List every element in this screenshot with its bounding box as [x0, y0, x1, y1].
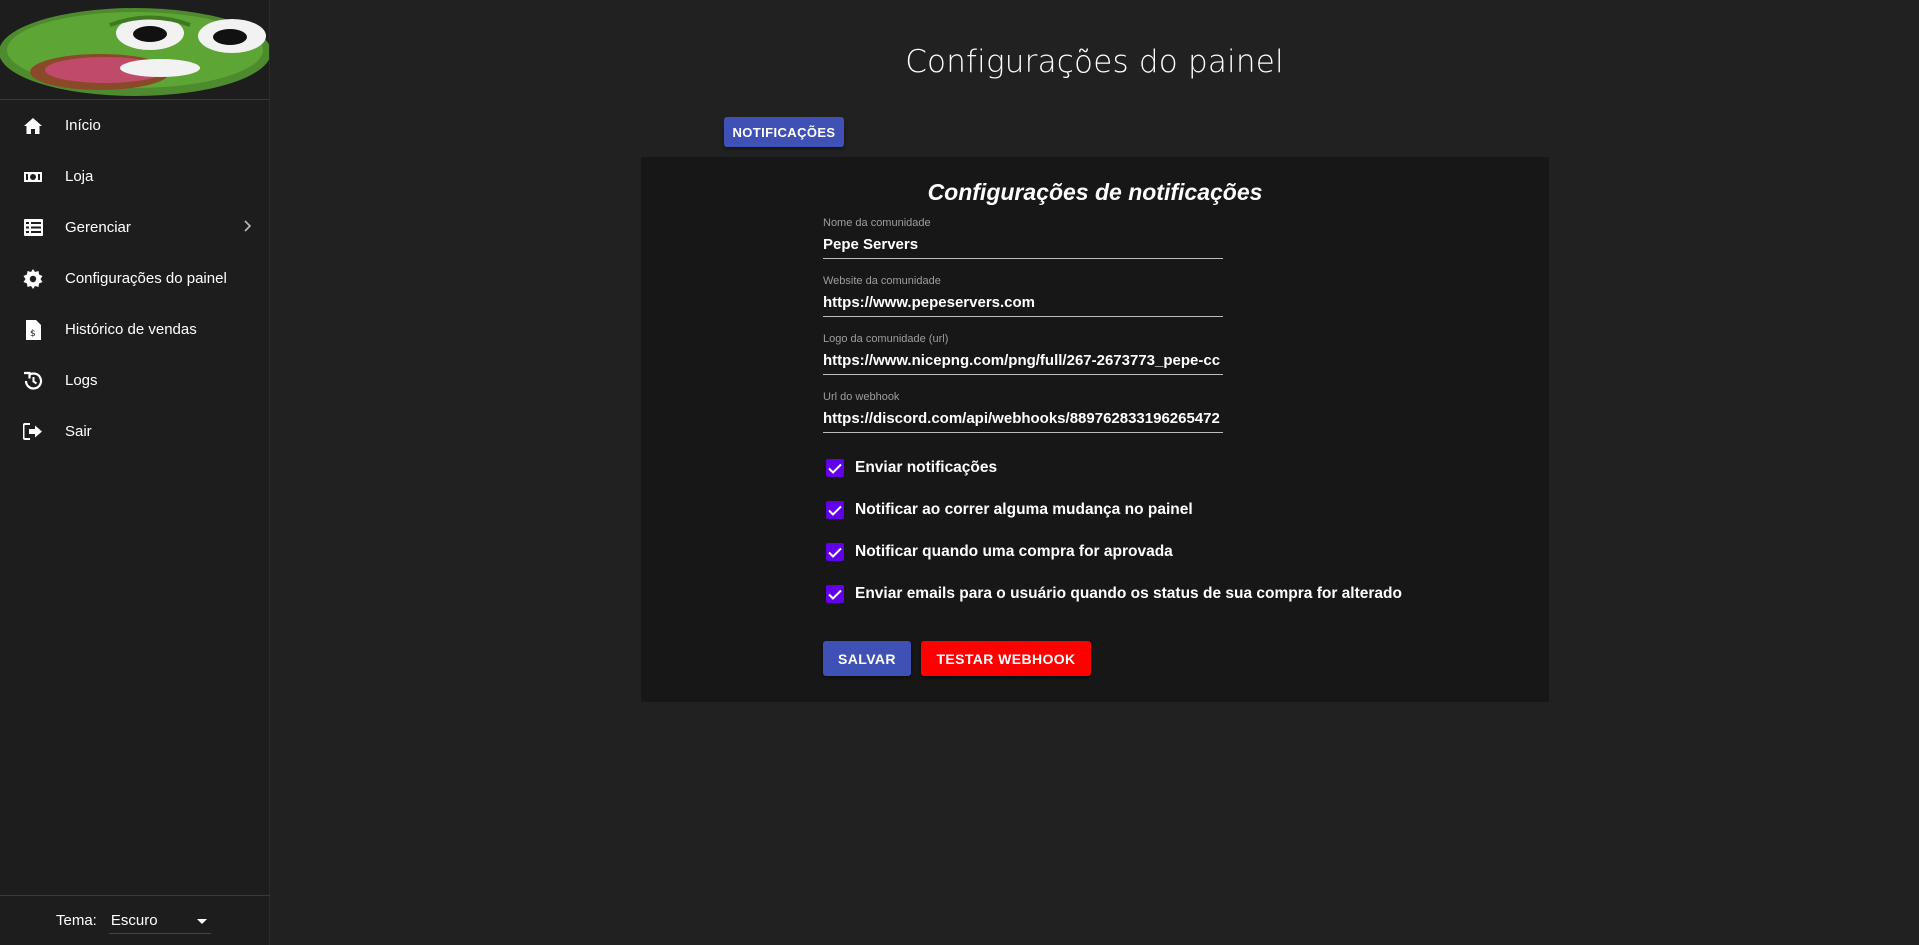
- logo[interactable]: [0, 0, 269, 100]
- notifications-card: Configurações de notificações Nome da co…: [641, 157, 1549, 702]
- sidebar-nav: Início Loja Gerenciar Configurações do p…: [0, 100, 269, 457]
- theme-select[interactable]: Escuro: [108, 908, 211, 934]
- gear-icon: [22, 268, 44, 290]
- checkbox-label: Enviar emails para o usuário quando os s…: [855, 585, 1402, 602]
- tab-notificacoes[interactable]: NOTIFICAÇÕES: [724, 117, 844, 147]
- webhook-url-field: Url do webhook https://discord.com/api/w…: [823, 391, 1223, 433]
- community-website-field: Website da comunidade https://www.pepese…: [823, 275, 1223, 317]
- svg-text:$: $: [30, 329, 36, 339]
- checkbox-send-emails[interactable]: Enviar emails para o usuário quando os s…: [823, 581, 1402, 607]
- chevron-right-icon: [243, 219, 252, 237]
- theme-label: Tema:: [56, 912, 97, 929]
- community-name-input[interactable]: Pepe Servers: [823, 231, 1223, 259]
- sidebar-item-loja[interactable]: Loja: [0, 151, 269, 202]
- checkbox-notify-purchase-approved[interactable]: Notificar quando uma compra for aprovada: [823, 539, 1173, 565]
- sidebar-item-label: Gerenciar: [65, 219, 131, 236]
- sidebar-item-sair[interactable]: Sair: [0, 406, 269, 457]
- sidebar-item-label: Histórico de vendas: [65, 321, 197, 338]
- page-title: Configurações do painel: [905, 44, 1284, 80]
- theme-select-value: Escuro: [110, 911, 158, 929]
- sidebar-item-gerenciar[interactable]: Gerenciar: [0, 202, 269, 253]
- list-icon: [22, 217, 44, 239]
- community-logo-input[interactable]: https://www.nicepng.com/png/full/267-267…: [823, 347, 1223, 375]
- field-label: Logo da comunidade (url): [823, 333, 949, 345]
- checkbox-send-notifications[interactable]: Enviar notificações: [823, 455, 997, 481]
- checkbox-checked-icon[interactable]: [826, 459, 844, 477]
- field-label: Website da comunidade: [823, 275, 941, 287]
- community-name-field: Nome da comunidade Pepe Servers: [823, 217, 1223, 259]
- sidebar-item-logs[interactable]: Logs: [0, 355, 269, 406]
- checkbox-checked-icon[interactable]: [826, 543, 844, 561]
- sidebar-item-label: Loja: [65, 168, 94, 185]
- checkbox-label: Notificar quando uma compra for aprovada: [855, 543, 1173, 560]
- save-button[interactable]: SALVAR: [823, 641, 911, 676]
- field-label: Nome da comunidade: [823, 217, 931, 229]
- checkbox-checked-icon[interactable]: [826, 501, 844, 519]
- pepe-logo-icon: [0, 8, 269, 96]
- sidebar-item-label: Início: [65, 117, 101, 134]
- theme-bar: Tema: Escuro: [0, 895, 270, 945]
- money-icon: [22, 166, 44, 188]
- community-website-input[interactable]: https://www.pepeservers.com: [823, 289, 1223, 317]
- sidebar: Início Loja Gerenciar Configurações do p…: [0, 0, 270, 945]
- home-icon: [22, 115, 44, 137]
- checkbox-label: Enviar notificações: [855, 459, 998, 476]
- checkbox-label: Notificar ao correr alguma mudança no pa…: [855, 501, 1193, 518]
- community-logo-field: Logo da comunidade (url) https://www.nic…: [823, 333, 1223, 375]
- caret-down-icon: [196, 912, 207, 929]
- sidebar-item-configuracoes[interactable]: Configurações do painel: [0, 253, 269, 304]
- invoice-icon: $: [22, 319, 44, 341]
- history-icon: [22, 370, 44, 392]
- sidebar-item-label: Logs: [65, 372, 98, 389]
- test-webhook-button[interactable]: TESTAR WEBHOOK: [921, 641, 1091, 676]
- checkbox-notify-panel-change[interactable]: Notificar ao correr alguma mudança no pa…: [823, 497, 1193, 523]
- checkbox-checked-icon[interactable]: [826, 585, 844, 603]
- logout-icon: [22, 421, 44, 443]
- sidebar-item-label: Configurações do painel: [65, 270, 227, 287]
- sidebar-item-historico[interactable]: $ Histórico de vendas: [0, 304, 269, 355]
- sidebar-item-inicio[interactable]: Início: [0, 100, 269, 151]
- sidebar-item-label: Sair: [65, 423, 92, 440]
- card-title: Configurações de notificações: [927, 179, 1263, 205]
- field-label: Url do webhook: [823, 391, 900, 403]
- webhook-url-input[interactable]: https://discord.com/api/webhooks/8897628…: [823, 405, 1223, 433]
